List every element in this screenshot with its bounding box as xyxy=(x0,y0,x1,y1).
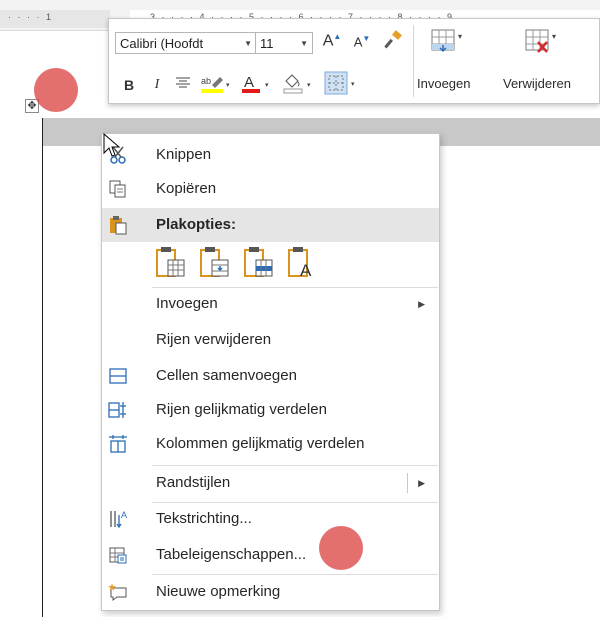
menu-item-cut[interactable]: Knippen xyxy=(102,138,439,172)
svg-text:▾: ▾ xyxy=(458,32,462,41)
submenu-split-divider xyxy=(407,473,408,493)
menu-header-paste-options: Plakopties: xyxy=(102,208,439,242)
font-name-combobox[interactable]: Calibri (Hoofdt ▼ xyxy=(115,32,257,54)
menu-item-label: Tabeleigenschappen... xyxy=(156,546,307,563)
svg-text:A: A xyxy=(121,510,127,520)
context-menu: Knippen Kopiëren Plakopties: A Invoegen … xyxy=(101,133,440,611)
menu-item-label: Invoegen xyxy=(156,295,218,312)
paste-nested-table-icon[interactable] xyxy=(156,246,186,278)
paste-keep-text-only-icon[interactable]: A xyxy=(288,246,318,278)
menu-item-label: Cellen samenvoegen xyxy=(156,367,297,384)
paste-merge-table-icon[interactable] xyxy=(200,246,230,278)
delete-table-button[interactable]: ▾ xyxy=(521,27,563,58)
menu-item-text-direction[interactable]: A Tekstrichting... xyxy=(102,502,439,536)
svg-text:A: A xyxy=(300,261,312,278)
format-painter-icon xyxy=(384,30,402,49)
center-align-button[interactable] xyxy=(173,75,193,94)
bold-button[interactable]: B xyxy=(121,77,137,93)
touch-indicator xyxy=(34,68,78,112)
svg-text:▾: ▾ xyxy=(307,82,311,89)
chevron-down-icon: ▼ xyxy=(300,39,308,48)
touch-indicator xyxy=(319,526,363,570)
copy-icon xyxy=(109,180,126,198)
highlight-pen-icon: ab ▾ xyxy=(201,76,230,93)
insert-table-button[interactable]: ▾ xyxy=(427,27,469,58)
menu-item-table-properties[interactable]: Tabeleigenschappen... xyxy=(102,538,439,572)
menu-item-label: Knippen xyxy=(156,146,212,163)
menu-item-merge-cells[interactable]: Cellen samenvoegen xyxy=(102,359,439,393)
format-painter-button[interactable] xyxy=(381,30,405,55)
shading-button[interactable]: ▾ xyxy=(281,73,317,98)
menu-item-insert[interactable]: Invoegen ▶ xyxy=(102,287,439,321)
borders-icon: ▾ xyxy=(324,71,355,95)
menu-item-label: Tekstrichting... xyxy=(156,510,252,527)
menu-item-border-styles[interactable]: Randstijlen ▶ xyxy=(102,466,439,500)
menu-item-label: Nieuwe opmerking xyxy=(156,583,281,600)
distribute-rows-icon xyxy=(108,402,126,418)
menu-item-label: Rijen verwijderen xyxy=(156,331,272,348)
svg-text:ab: ab xyxy=(201,76,211,86)
svg-text:▾: ▾ xyxy=(265,82,269,89)
menu-header-label: Plakopties: xyxy=(156,216,237,233)
italic-button[interactable]: I xyxy=(149,77,165,93)
menu-item-new-comment[interactable]: Nieuwe opmerking xyxy=(102,575,439,609)
paint-bucket-icon: ▾ xyxy=(283,74,311,94)
ruler-ticks-left: · · · · 1 xyxy=(8,12,53,22)
grow-font-button[interactable]: A▲ xyxy=(321,32,343,50)
menu-item-label: Rijen gelijkmatig verdelen xyxy=(156,401,327,418)
menu-item-copy[interactable]: Kopiëren xyxy=(102,172,439,206)
svg-text:▾: ▾ xyxy=(226,82,230,89)
shrink-font-button[interactable]: A▼ xyxy=(351,34,373,49)
paste-icon xyxy=(110,216,127,235)
delete-table-icon: ▾ xyxy=(525,29,556,53)
chevron-down-icon: ▼ xyxy=(244,39,252,48)
bold-icon: B xyxy=(123,77,135,93)
new-comment-icon xyxy=(108,583,127,601)
toolbar-separator xyxy=(413,25,414,97)
submenu-arrow-icon: ▶ xyxy=(418,299,425,309)
font-size-value: 11 xyxy=(260,36,274,51)
font-size-combobox[interactable]: 11 ▼ xyxy=(255,32,313,54)
paste-options-row: A xyxy=(156,244,356,282)
menu-item-label: Kopiëren xyxy=(156,180,217,197)
menu-item-delete-rows[interactable]: Rijen verwijderen xyxy=(102,323,439,357)
table-left-border xyxy=(42,118,43,617)
italic-icon: I xyxy=(154,77,160,92)
svg-text:A: A xyxy=(244,74,254,91)
submenu-arrow-icon: ▶ xyxy=(418,478,425,488)
font-color-icon: A ▾ xyxy=(242,74,269,93)
grow-font-icon: A xyxy=(322,32,334,50)
font-color-button[interactable]: A ▾ xyxy=(239,73,275,98)
menu-item-label: Kolommen gelijkmatig verdelen xyxy=(156,435,365,452)
svg-text:▾: ▾ xyxy=(351,81,355,88)
merge-cells-icon xyxy=(109,368,127,384)
center-align-icon xyxy=(176,77,190,88)
paste-insert-rows-icon[interactable] xyxy=(244,246,274,278)
highlight-color-button[interactable]: ab ▾ xyxy=(199,73,235,98)
insert-table-icon: ▾ xyxy=(431,29,462,53)
svg-text:▾: ▾ xyxy=(552,32,556,41)
table-properties-icon xyxy=(109,547,127,564)
menu-item-distribute-rows[interactable]: Rijen gelijkmatig verdelen xyxy=(102,393,439,427)
menu-item-label: Randstijlen xyxy=(156,474,231,491)
insert-label[interactable]: Invoegen xyxy=(417,76,471,91)
font-name-value: Calibri (Hoofdt xyxy=(120,36,204,51)
mouse-cursor-icon xyxy=(103,133,121,157)
mini-toolbar: Calibri (Hoofdt ▼ 11 ▼ A▲ A▼ ▾ ▾ B I ab … xyxy=(108,18,600,104)
distribute-columns-icon xyxy=(109,435,127,453)
delete-label[interactable]: Verwijderen xyxy=(503,76,571,91)
borders-button[interactable]: ▾ xyxy=(323,71,361,98)
menu-item-distribute-columns[interactable]: Kolommen gelijkmatig verdelen xyxy=(102,427,439,461)
text-direction-icon: A xyxy=(110,510,127,529)
